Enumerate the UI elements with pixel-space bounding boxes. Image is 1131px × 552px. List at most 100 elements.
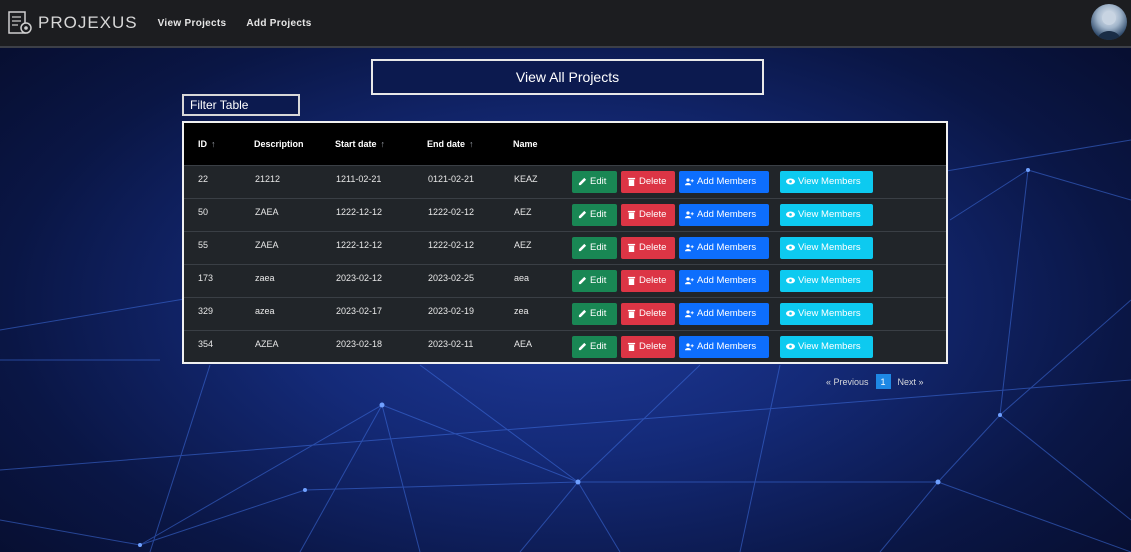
delete-button-label: Delete [639,176,667,187]
edit-button[interactable]: Edit [572,170,617,193]
pencil-icon [578,276,587,285]
person-plus-icon [685,343,694,351]
add-members-button[interactable]: Add Members [679,170,769,193]
person-plus-icon [685,178,694,186]
edit-button-label: Edit [590,242,607,253]
person-plus-icon [685,211,694,219]
cell-description: 21212 [255,173,281,184]
sort-arrow-icon: ↑ [380,138,386,149]
top-navbar: PROJEXUS View Projects Add Projects [0,0,1131,48]
view-members-button[interactable]: View Members [780,170,873,193]
edit-button[interactable]: Edit [572,203,617,226]
pencil-icon [578,177,587,186]
cell-end-date: 1222-02-12 [428,206,475,217]
filter-table-button[interactable]: Filter Table [182,94,300,116]
eye-icon [786,211,795,218]
projects-table: ID ↑ Description Start date ↑ End date ↑ Na… [184,123,946,363]
eye-icon [786,178,795,185]
column-header-description[interactable]: Description [254,123,335,165]
cell-name: KEAZ [514,173,538,184]
column-header-start-date[interactable]: Start date ↑ [335,123,427,165]
pencil-icon [578,309,587,318]
edit-button-label: Edit [590,275,607,286]
delete-button-label: Delete [639,275,667,286]
delete-button[interactable]: Delete [621,335,675,358]
add-members-button[interactable]: Add Members [679,335,769,358]
edit-button-label: Edit [590,308,607,319]
user-avatar[interactable] [1091,4,1127,40]
edit-button[interactable]: Edit [572,335,617,358]
column-header-end-date[interactable]: End date ↑ [427,123,513,165]
cell-name: AEA [514,338,533,349]
eye-icon [786,343,795,350]
delete-button[interactable]: Delete [621,170,675,193]
cell-name: zea [514,305,529,316]
pagination-next[interactable]: Next » [898,377,924,387]
cell-actions: Edit Delete Add Members View Members [571,264,946,297]
cell-id: 329 [198,305,214,316]
column-header-id[interactable]: ID ↑ [184,123,254,165]
cell-start-date: 1211-02-21 [336,173,382,184]
cell-start-date: 2023-02-12 [336,272,383,283]
cell-id: 55 [198,239,209,250]
view-members-button-label: View Members [798,341,861,352]
column-header-actions [571,123,946,165]
add-members-button[interactable]: Add Members [679,302,769,325]
cell-name: AEZ [514,239,532,250]
cell-end-date: 2023-02-11 [428,338,474,349]
add-members-button[interactable]: Add Members [679,203,769,226]
table-body: 22 21212 1211-02-21 0121-02-21 KEAZ Edit Delet… [184,165,946,363]
eye-icon [786,310,795,317]
view-members-button[interactable]: View Members [780,236,873,259]
trash-icon [627,276,636,285]
nav-add-projects[interactable]: Add Projects [246,18,311,29]
cell-end-date: 1222-02-12 [428,239,475,250]
add-members-button[interactable]: Add Members [679,236,769,259]
pagination-previous[interactable]: « Previous [826,377,869,387]
table-row: 22 21212 1211-02-21 0121-02-21 KEAZ Edit Delet… [184,165,946,198]
view-members-button-label: View Members [798,308,861,319]
delete-button[interactable]: Delete [621,203,675,226]
cell-description: ZAEA [255,239,279,250]
add-members-button[interactable]: Add Members [679,269,769,292]
pagination-page-current[interactable]: 1 [875,374,891,389]
trash-icon [627,243,636,252]
cell-description: zaea [255,272,275,283]
cell-end-date: 2023-02-25 [428,272,475,283]
cell-end-date: 2023-02-19 [428,305,475,316]
edit-button[interactable]: Edit [572,302,617,325]
cell-description: AZEA [255,338,279,349]
nav-view-projects[interactable]: View Projects [158,18,227,29]
edit-button[interactable]: Edit [572,269,617,292]
cell-start-date: 2023-02-17 [336,305,383,316]
add-members-button-label: Add Members [697,341,757,352]
table-header-row: ID ↑ Description Start date ↑ End date ↑ Na… [184,123,946,165]
cell-actions: Edit Delete Add Members View Members [571,198,946,231]
trash-icon [627,210,636,219]
delete-button-label: Delete [639,242,667,253]
edit-button[interactable]: Edit [572,236,617,259]
view-members-button[interactable]: View Members [780,335,873,358]
cell-id: 50 [198,206,209,217]
cell-start-date: 1222-12-12 [336,206,383,217]
view-members-button-label: View Members [798,242,861,253]
edit-button-label: Edit [590,209,607,220]
person-plus-icon [685,277,694,285]
cell-actions: Edit Delete Add Members View Members [571,165,946,198]
cell-actions: Edit Delete Add Members View Members [571,330,946,363]
add-members-button-label: Add Members [697,176,757,187]
delete-button[interactable]: Delete [621,302,675,325]
delete-button[interactable]: Delete [621,236,675,259]
trash-icon [627,177,636,186]
column-header-name[interactable]: Name [513,123,571,165]
view-members-button[interactable]: View Members [780,203,873,226]
delete-button[interactable]: Delete [621,269,675,292]
brand-logo-link[interactable]: PROJEXUS [6,9,138,37]
cell-description: azea [255,305,275,316]
view-members-button[interactable]: View Members [780,269,873,292]
table-row: 55 ZAEA 1222-12-12 1222-02-12 AEZ Edit Delete A… [184,231,946,264]
view-members-button[interactable]: View Members [780,302,873,325]
person-plus-icon [685,244,694,252]
cell-end-date: 0121-02-21 [428,173,475,184]
cell-name: AEZ [514,206,532,217]
